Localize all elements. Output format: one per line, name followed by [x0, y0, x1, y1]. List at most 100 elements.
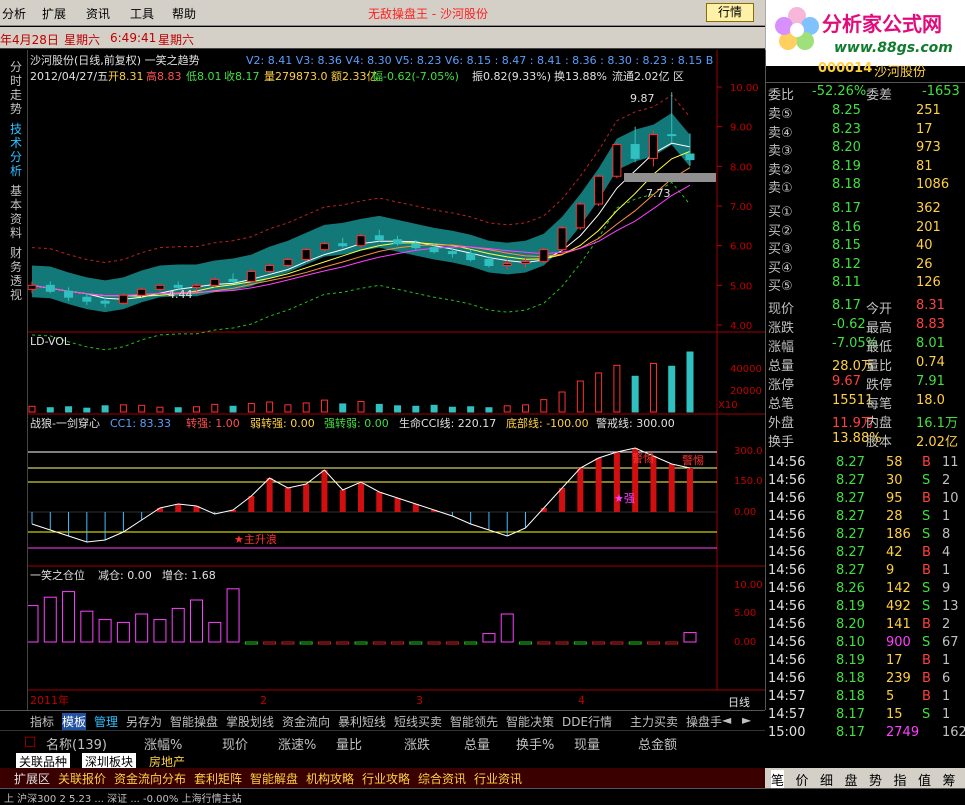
- quote-panel: 000014 沙河股份 委比 -52.26% 委差 -1653 卖⑤ 8.25 25…: [765, 50, 965, 740]
- ext-menu-item-1[interactable]: 关联报价: [58, 770, 106, 787]
- tick-row: 14:56 8.27 95 B 10: [766, 490, 965, 509]
- tick-side: B: [922, 653, 931, 668]
- menu-analysis[interactable]: 分析: [2, 5, 26, 22]
- toolbar-tab-2[interactable]: 管理: [94, 713, 118, 730]
- toolbar-tab-13[interactable]: 操盘手: [686, 713, 722, 730]
- quote-tab-7[interactable]: 筹: [943, 770, 956, 789]
- toolbar-tab-7[interactable]: 暴利短线: [338, 713, 386, 730]
- ext-menu-item-7[interactable]: 综合资讯: [418, 770, 466, 787]
- scroll-left-icon[interactable]: ◄: [722, 713, 731, 727]
- menu-news[interactable]: 资讯: [86, 5, 110, 22]
- volume-bar: [686, 351, 694, 413]
- tick-price: 8.27: [836, 527, 865, 542]
- ext-menu-item-0[interactable]: 扩展区: [14, 770, 50, 787]
- bar-date: 2012/04/27/五: [30, 70, 108, 83]
- toolbar-tab-11[interactable]: DDE行情: [562, 713, 612, 730]
- sell-row: 卖⑤ 8.25 251: [766, 102, 965, 122]
- tick-count: 1: [942, 563, 951, 578]
- col-name[interactable]: 名称(139): [46, 734, 107, 753]
- tick-side: B: [922, 491, 931, 506]
- tab-fundamental[interactable]: 基本资料: [10, 184, 24, 240]
- tab-intraday[interactable]: 分时走势: [10, 60, 24, 116]
- volume-bar: [266, 401, 274, 413]
- cci-warn-label-2: 警惕: [682, 453, 704, 467]
- toolbar-tab-4[interactable]: 智能操盘: [170, 713, 218, 730]
- tick-row: 15:00 8.17 2749 162: [766, 724, 965, 743]
- tick-volume: 2749: [886, 725, 920, 740]
- tick-count: 2: [942, 617, 951, 632]
- volume-bar: [613, 364, 621, 413]
- tick-side: S: [922, 509, 931, 524]
- tick-side: S: [922, 527, 931, 542]
- col-updown[interactable]: 涨跌: [404, 734, 430, 753]
- sell-row: 卖④ 8.23 17: [766, 121, 965, 141]
- col-volume[interactable]: 总量: [464, 734, 490, 753]
- quote-tab-5[interactable]: 指: [894, 770, 907, 789]
- menu-extend[interactable]: 扩展: [42, 5, 66, 22]
- col-turnover[interactable]: 换手%: [516, 734, 554, 753]
- sell-level-label: 卖②: [768, 162, 793, 178]
- candle-body: [648, 134, 658, 159]
- cci-main-rise-label: ★主升浪: [234, 532, 277, 546]
- stat-value: 0.74: [916, 355, 945, 370]
- tick-side: B: [922, 545, 931, 560]
- buy-row: 买③ 8.15 40: [766, 237, 965, 257]
- candle-body: [265, 265, 275, 272]
- cci-bar-positive: [156, 508, 163, 512]
- toolbar-tab-10[interactable]: 智能决策: [506, 713, 554, 730]
- col-cur-vol[interactable]: 现量: [574, 734, 600, 753]
- stat-label: 今开: [866, 302, 893, 317]
- toolbar-tab-6[interactable]: 资金流向: [282, 713, 330, 730]
- extension-menu: 扩展区 关联报价 资金流向分布 套利矩阵 智能解盘 机构攻略 行业攻略 综合资讯 行业资讯: [0, 768, 765, 788]
- ext-menu-item-4[interactable]: 智能解盘: [250, 770, 298, 787]
- menu-tools[interactable]: 工具: [130, 5, 154, 22]
- ext-menu-item-6[interactable]: 行业攻略: [362, 770, 410, 787]
- chart-area[interactable]: 沙河股份(日线,前复权) 一笑之趋势 V2: 8.41 V3: 8.36 V4:…: [25, 50, 765, 710]
- tab-financial[interactable]: 财务透视: [10, 246, 24, 302]
- quote-tab-3[interactable]: 盘: [845, 770, 858, 789]
- col-amount[interactable]: 总金额: [638, 734, 677, 753]
- menu-help[interactable]: 帮助: [172, 5, 196, 22]
- ext-menu-item-8[interactable]: 行业资讯: [474, 770, 522, 787]
- main-yaxis-label: 4.00: [730, 321, 752, 332]
- scroll-right-icon[interactable]: ►: [742, 713, 751, 727]
- tick-time: 14:57: [768, 689, 806, 704]
- quote-tab-4[interactable]: 势: [869, 770, 882, 789]
- col-vol-ratio[interactable]: 量比: [336, 734, 362, 753]
- sell-price: 8.19: [832, 158, 861, 174]
- price-marker-bar: [624, 173, 716, 182]
- toolbar-tab-3[interactable]: 另存为: [126, 713, 162, 730]
- volume-bar: [668, 365, 676, 413]
- toolbar-tab-0[interactable]: 指标: [30, 713, 54, 730]
- pos-add: 增仓: 1.68: [162, 568, 216, 582]
- cci-strong-label: ★强: [614, 492, 635, 505]
- buy-row: 买④ 8.12 26: [766, 256, 965, 276]
- tab-technical[interactable]: 技术分析: [10, 122, 24, 178]
- col-speed[interactable]: 涨速%: [278, 734, 316, 753]
- toolbar-tab-9[interactable]: 智能领先: [450, 713, 498, 730]
- period-label[interactable]: 日线: [728, 695, 750, 709]
- tick-side: S: [922, 707, 931, 722]
- quote-tab-2[interactable]: 细: [820, 770, 833, 789]
- ext-menu-item-3[interactable]: 套利矩阵: [194, 770, 242, 787]
- toolbar-tab-1[interactable]: 模板: [62, 713, 87, 730]
- quote-tab-6[interactable]: 值: [918, 770, 931, 789]
- indicator-toolbar: 指标 模板 管理 另存为 智能操盘 掌股划线 资金流向 暴利短线 短线买卖 智能领先 智能决策 DDE…: [0, 710, 765, 730]
- volume-bar: [467, 406, 475, 413]
- toolbar-tab-8[interactable]: 短线买卖: [394, 713, 442, 730]
- toolbar-tab-12[interactable]: 主力买卖: [630, 713, 678, 730]
- col-price[interactable]: 现价: [222, 734, 248, 753]
- ext-menu-item-5[interactable]: 机构攻略: [306, 770, 354, 787]
- quote-tab-1[interactable]: 价: [796, 770, 809, 789]
- technical-chart-svg[interactable]: 沙河股份(日线,前复权) 一笑之趋势 V2: 8.41 V3: 8.36 V4:…: [25, 50, 765, 710]
- ext-menu-item-2[interactable]: 资金流向分布: [114, 770, 186, 787]
- market-mode-button[interactable]: 行情: [706, 3, 754, 22]
- cci-bar-positive: [339, 490, 346, 512]
- tick-count: 10: [942, 491, 959, 506]
- col-change-pct[interactable]: 涨幅%: [144, 734, 182, 753]
- tick-count: 162: [942, 725, 965, 740]
- volume-bar: [540, 399, 548, 413]
- quote-tab-0[interactable]: 笔: [771, 770, 785, 789]
- toolbar-tab-5[interactable]: 掌股划线: [226, 713, 274, 730]
- tick-price: 8.27: [836, 545, 865, 560]
